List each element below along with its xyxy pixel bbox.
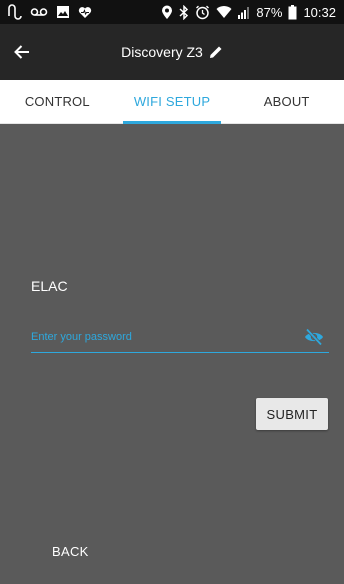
screen: 87% 10:32 Discovery Z3 CONTROL WIFI SETU… xyxy=(0,0,344,584)
app-title: Discovery Z3 xyxy=(121,44,203,60)
back-arrow-icon[interactable] xyxy=(6,36,38,68)
tab-about[interactable]: ABOUT xyxy=(229,80,344,123)
wifi-setup-panel: ELAC SUBMIT BACK xyxy=(0,124,344,584)
back-button[interactable]: BACK xyxy=(40,538,101,565)
location-icon xyxy=(161,4,173,20)
status-time: 10:32 xyxy=(303,4,336,20)
network-name: ELAC xyxy=(31,278,68,294)
battery-icon xyxy=(288,4,297,20)
eye-off-icon[interactable] xyxy=(303,326,325,348)
heart-icon xyxy=(78,4,92,20)
status-bar-system: 87% 10:32 xyxy=(161,4,336,20)
tab-control[interactable]: CONTROL xyxy=(0,80,115,123)
password-field xyxy=(31,323,329,353)
alarm-icon xyxy=(195,4,210,20)
pencil-icon[interactable] xyxy=(209,45,223,59)
submit-button[interactable]: SUBMIT xyxy=(256,398,328,430)
signal-icon xyxy=(238,4,250,20)
tab-bar: CONTROL WIFI SETUP ABOUT xyxy=(0,80,344,124)
status-bar-notifications xyxy=(6,4,92,20)
app-title-group: Discovery Z3 xyxy=(0,24,344,80)
sync-icon xyxy=(6,4,22,20)
bluetooth-icon xyxy=(179,4,189,20)
image-icon xyxy=(56,4,70,20)
app-bar: Discovery Z3 xyxy=(0,24,344,80)
password-input[interactable] xyxy=(31,327,281,347)
battery-percentage: 87% xyxy=(256,4,283,20)
wifi-icon xyxy=(216,4,232,20)
voicemail-icon xyxy=(30,4,48,20)
tab-wifi-setup[interactable]: WIFI SETUP xyxy=(115,80,230,124)
status-bar: 87% 10:32 xyxy=(0,0,344,24)
